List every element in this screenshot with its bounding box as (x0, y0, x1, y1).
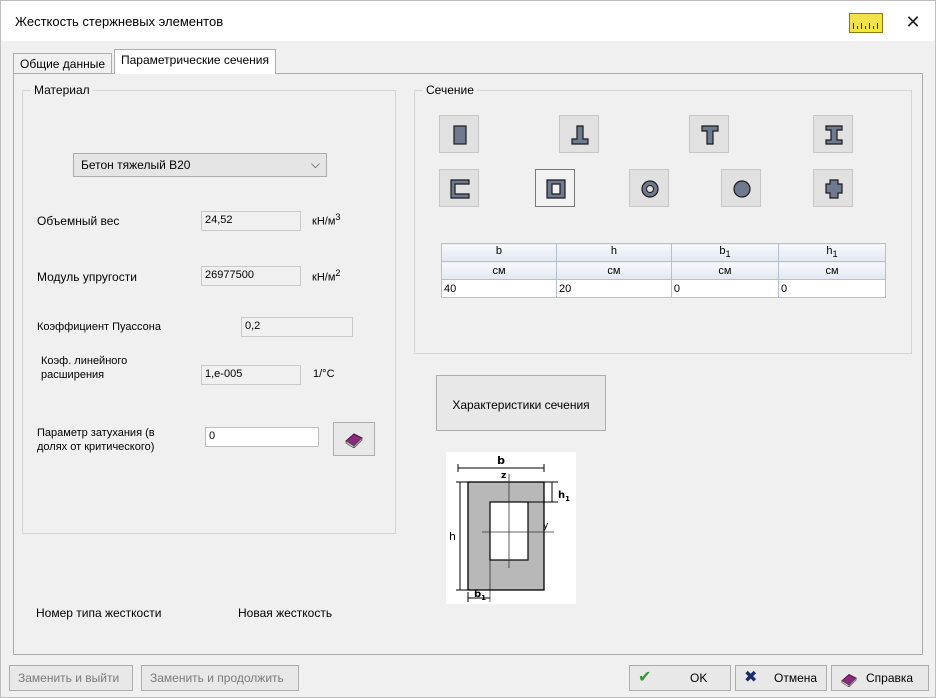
ok-button[interactable]: ✔ OK (629, 665, 731, 691)
elastic-modulus-value: 26977500 (201, 266, 301, 286)
title-bar: Жесткость стержневых элементов ✕ (1, 1, 935, 41)
stiffness-type-label: Номер типа жесткости (36, 606, 162, 620)
section-diagram: b z y h h1 b1 (446, 452, 576, 604)
poisson-value: 0,2 (241, 317, 353, 337)
box-section-icon (546, 179, 566, 199)
replace-continue-label: Заменить и продолжить (150, 671, 284, 685)
section-t-button[interactable] (689, 115, 729, 153)
cross-icon: ✖ (744, 669, 758, 686)
help-book-icon (841, 674, 857, 687)
replace-exit-label: Заменить и выйти (18, 671, 120, 685)
replace-exit-button[interactable]: Заменить и выйти (9, 665, 133, 691)
unit-h1: см (777, 261, 887, 280)
ring-section-icon (641, 180, 659, 198)
value-b[interactable]: 40 (441, 279, 557, 298)
section-group-label: Сечение (423, 83, 477, 97)
header-h: h (555, 243, 672, 262)
check-icon: ✔ (638, 669, 652, 686)
section-cross-button[interactable] (813, 169, 853, 207)
unit-b: см (441, 261, 557, 280)
material-select-value: Бетон тяжелый B20 (81, 158, 191, 172)
channel-section-icon (450, 179, 470, 199)
section-channel-button[interactable] (439, 169, 479, 207)
circle-section-icon (733, 180, 751, 198)
section-ring-button[interactable] (629, 169, 669, 207)
section-rectangle-button[interactable] (439, 115, 479, 153)
section-params-table: b h b1 h1 см см см см 40 20 0 0 (441, 243, 887, 298)
section-circle-button[interactable] (721, 169, 761, 207)
cancel-button[interactable]: ✖ Отмена (735, 665, 827, 691)
expansion-unit: 1/°C (313, 368, 335, 380)
value-h[interactable]: 20 (555, 279, 672, 298)
expansion-label-line1: Коэф. линейного (41, 355, 128, 367)
section-group: Сечение b h b1 h1 см см см см 40 20 0 0 (414, 83, 912, 354)
close-icon[interactable]: ✕ (899, 9, 927, 35)
section-box-button[interactable] (535, 169, 575, 207)
cancel-label: Отмена (774, 671, 818, 685)
value-b1[interactable]: 0 (670, 279, 779, 298)
t-section-icon (701, 125, 719, 145)
help-button[interactable]: Справка (831, 665, 929, 691)
help-label: Справка (866, 671, 914, 685)
elastic-modulus-label: Модуль упругости (37, 270, 137, 284)
diagram-label-y: y (543, 521, 549, 531)
params-header-row: b h b1 h1 (441, 243, 887, 262)
section-characteristics-button[interactable]: Характеристики сечения (436, 375, 606, 431)
window-title: Жесткость стержневых элементов (15, 14, 224, 29)
damping-input[interactable]: 0 (205, 427, 319, 447)
volume-weight-unit: кН/м3 (312, 212, 341, 228)
stiffness-type-value: Новая жесткость (238, 606, 333, 620)
book-icon (345, 433, 363, 449)
i-beam-section-icon (825, 125, 843, 145)
unit-b1: см (670, 261, 779, 280)
rectangle-section-icon (453, 125, 467, 145)
header-h1: h1 (777, 243, 887, 262)
ok-label: OK (690, 671, 708, 685)
replace-continue-button[interactable]: Заменить и продолжить (141, 665, 299, 691)
tab-parametric-sections[interactable]: Параметрические сечения (114, 49, 276, 74)
cross-section-icon (825, 179, 843, 199)
diagram-label-h: h (449, 530, 456, 543)
tab-general-data[interactable]: Общие данные (13, 53, 113, 73)
unit-h: см (555, 261, 672, 280)
volume-weight-label: Объемный вес (37, 214, 120, 228)
section-i-beam-button[interactable] (813, 115, 853, 153)
params-units-row: см см см см (441, 261, 887, 280)
diagram-label-z: z (501, 471, 506, 481)
expansion-value: 1,e-005 (201, 365, 301, 385)
damping-label-line2: долях от критического) (37, 441, 155, 453)
elastic-modulus-unit: кН/м2 (312, 268, 341, 284)
ruler-icon[interactable] (849, 13, 883, 33)
volume-weight-value: 24,52 (201, 211, 301, 231)
diagram-label-b: b (497, 454, 505, 467)
value-h1[interactable]: 0 (777, 279, 887, 298)
poisson-label: Коэффициент Пуассона (37, 321, 161, 333)
dialog-window: Жесткость стержневых элементов ✕ Общие д… (0, 0, 936, 698)
header-b1: b1 (670, 243, 779, 262)
material-group: Материал Бетон тяжелый B20 ⌵ Объемный ве… (22, 83, 396, 534)
params-values-row: 40 20 0 0 (441, 279, 887, 298)
damping-label-line1: Параметр затухания (в (37, 427, 155, 439)
material-group-label: Материал (31, 83, 93, 97)
header-b: b (441, 243, 557, 262)
chevron-down-icon: ⌵ (310, 157, 320, 171)
inverted-t-section-icon (571, 125, 589, 145)
material-book-button[interactable] (333, 422, 375, 456)
expansion-label-line2: расширения (41, 369, 105, 381)
tab-panel: Материал Бетон тяжелый B20 ⌵ Объемный ве… (13, 73, 923, 655)
material-select[interactable]: Бетон тяжелый B20 ⌵ (73, 153, 327, 177)
section-inverted-t-button[interactable] (559, 115, 599, 153)
